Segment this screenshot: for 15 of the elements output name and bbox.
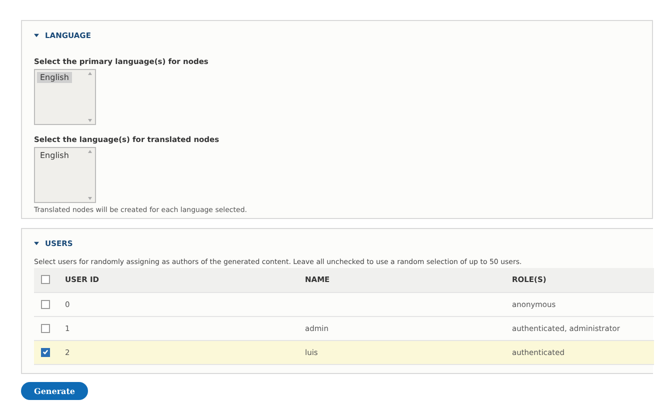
row-checkbox[interactable] xyxy=(41,348,50,357)
language-listbox[interactable]: English xyxy=(34,69,96,125)
collapse-toggle-icon[interactable] xyxy=(34,32,39,38)
scroll-up-icon[interactable] xyxy=(88,72,92,75)
scroll-down-icon[interactable] xyxy=(88,197,92,200)
row-checkbox[interactable] xyxy=(41,300,50,309)
listbox-option[interactable]: English xyxy=(37,150,72,161)
collapse-toggle-icon[interactable] xyxy=(34,240,39,246)
scroll-down-icon[interactable] xyxy=(88,119,92,122)
generate-button[interactable]: Generate xyxy=(21,382,88,400)
scroll-up-icon[interactable] xyxy=(88,150,92,153)
listbox-option[interactable]: English xyxy=(37,72,72,83)
language-listbox[interactable]: English xyxy=(34,147,96,203)
select-all-checkbox[interactable] xyxy=(41,275,50,284)
row-checkbox[interactable] xyxy=(41,324,50,333)
